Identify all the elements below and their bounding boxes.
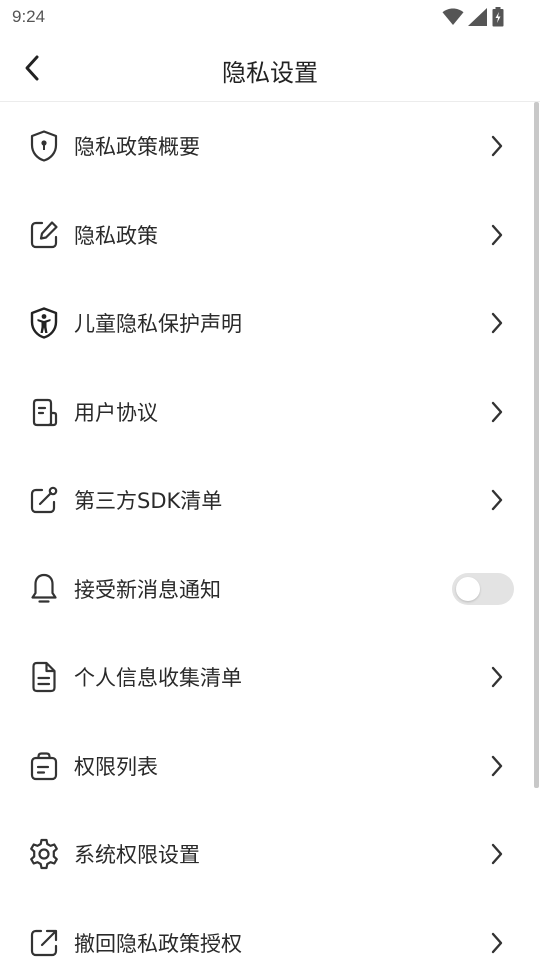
list-item-child-privacy[interactable]: 儿童隐私保护声明 xyxy=(0,279,530,368)
list-item-notifications: 接受新消息通知 xyxy=(0,545,530,634)
list-item-privacy-policy[interactable]: 隐私政策 xyxy=(0,191,530,280)
item-label: 权限列表 xyxy=(74,754,158,779)
gear-icon xyxy=(27,837,61,871)
item-label: 用户协议 xyxy=(74,400,158,425)
item-label: 隐私政策 xyxy=(74,223,158,248)
link-edit-icon xyxy=(27,483,61,517)
list-item-third-party-sdk[interactable]: 第三方SDK清单 xyxy=(0,456,530,545)
item-label: 第三方SDK清单 xyxy=(74,489,223,514)
file-list-icon xyxy=(27,660,61,694)
item-label: 接受新消息通知 xyxy=(74,577,221,602)
chevron-right-icon xyxy=(486,664,508,690)
item-label: 撤回隐私政策授权 xyxy=(74,931,242,956)
privacy-settings-screen: 9:24 隐私设置 隐私政策概要 隐私政策 儿童隐私保护声明 用户协议 第三方S… xyxy=(0,0,540,960)
cell-signal-icon xyxy=(468,8,488,26)
document-icon xyxy=(27,395,61,429)
chevron-right-icon xyxy=(486,930,508,956)
bell-icon xyxy=(27,572,61,606)
list-item-privacy-summary[interactable]: 隐私政策概要 xyxy=(0,102,530,191)
chevron-right-icon xyxy=(486,222,508,248)
list-item-revoke-authorization[interactable]: 撤回隐私政策授权 xyxy=(0,899,530,960)
header-bar: 隐私设置 xyxy=(0,36,540,102)
chevron-right-icon xyxy=(486,753,508,779)
list-item-permissions-list[interactable]: 权限列表 xyxy=(0,722,530,811)
page-title: 隐私设置 xyxy=(222,59,318,87)
status-time: 9:24 xyxy=(12,7,46,26)
item-label: 系统权限设置 xyxy=(74,843,200,868)
list-item-user-agreement[interactable]: 用户协议 xyxy=(0,368,530,457)
edit-icon xyxy=(27,218,61,252)
status-bar: 9:24 xyxy=(0,0,540,36)
bag-icon xyxy=(27,749,61,783)
item-label: 儿童隐私保护声明 xyxy=(74,312,242,337)
toggle-knob xyxy=(456,576,480,601)
chevron-right-icon xyxy=(486,310,508,336)
shield-lock-icon xyxy=(27,129,61,163)
chevron-right-icon xyxy=(486,487,508,513)
list-item-system-permissions[interactable]: 系统权限设置 xyxy=(0,810,530,899)
notifications-toggle[interactable] xyxy=(452,572,514,605)
child-shield-icon xyxy=(27,306,61,340)
external-share-icon xyxy=(27,926,61,960)
chevron-right-icon xyxy=(486,133,508,159)
item-label: 个人信息收集清单 xyxy=(74,666,242,691)
list-item-personal-info-list[interactable]: 个人信息收集清单 xyxy=(0,633,530,722)
wifi-icon xyxy=(442,8,464,26)
item-label: 隐私政策概要 xyxy=(74,135,200,160)
scrollbar[interactable] xyxy=(534,102,539,788)
chevron-right-icon xyxy=(486,841,508,867)
settings-list: 隐私政策概要 隐私政策 儿童隐私保护声明 用户协议 第三方SDK清单 接受新消息… xyxy=(0,102,530,960)
status-icons xyxy=(442,7,504,27)
chevron-right-icon xyxy=(486,399,508,425)
battery-charging-icon xyxy=(492,7,504,27)
